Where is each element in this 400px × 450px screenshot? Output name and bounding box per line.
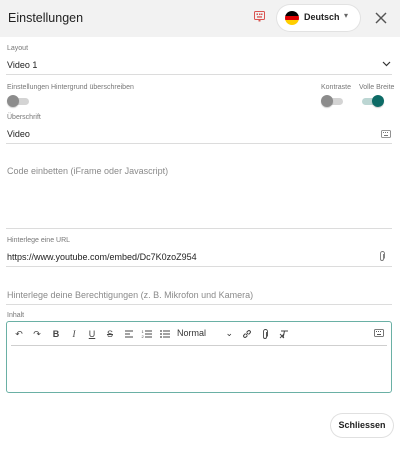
embed-code-underline: [6, 228, 392, 229]
chevron-down-icon: ⌄: [225, 328, 233, 338]
full-width-toggle[interactable]: [360, 94, 384, 108]
align-left-icon[interactable]: [123, 328, 135, 340]
text-format-select[interactable]: Normal ⌄: [177, 328, 233, 340]
override-bg-label: Einstellungen Hintergrund überschreiben: [7, 84, 134, 91]
germany-flag-icon: [285, 11, 299, 25]
keyboard-icon[interactable]: [381, 130, 391, 138]
clear-formatting-icon[interactable]: [278, 328, 290, 340]
permissions-underline: [6, 304, 392, 305]
rich-text-editor[interactable]: ↶ ↷ B I U S 1 2 Normal ⌄: [6, 321, 392, 393]
undo-icon[interactable]: ↶: [13, 328, 25, 340]
url-underline: [6, 266, 392, 267]
italic-button[interactable]: I: [68, 328, 80, 340]
layout-label: Layout: [7, 45, 29, 52]
layout-select-value[interactable]: Video 1: [7, 60, 37, 70]
bullet-list-icon[interactable]: [159, 328, 171, 340]
full-width-label: Volle Breite: [359, 84, 395, 91]
url-input[interactable]: https://www.youtube.com/embed/Dc7K0zoZ95…: [7, 252, 197, 262]
layout-underline: [6, 74, 392, 75]
translate-badge-icon[interactable]: [254, 11, 265, 22]
heading-label: Überschrift: [7, 114, 41, 121]
close-button[interactable]: Schliessen: [331, 414, 393, 437]
strikethrough-button[interactable]: S: [104, 328, 116, 340]
override-bg-toggle[interactable]: [7, 94, 31, 108]
keyboard-icon[interactable]: [374, 329, 384, 337]
dialog-title: Einstellungen: [8, 11, 84, 25]
text-format-value: Normal: [177, 328, 207, 338]
underline-button[interactable]: U: [86, 328, 98, 340]
dialog-header: Einstellungen Deutsch ▾: [0, 0, 400, 37]
heading-underline: [6, 143, 392, 144]
embed-code-textarea[interactable]: Code einbetten (iFrame oder Javascript): [7, 166, 168, 176]
content-label: Inhalt: [7, 312, 25, 319]
toolbar-divider: [11, 345, 387, 346]
contrast-toggle[interactable]: [321, 94, 345, 108]
chevron-down-icon: ▾: [344, 11, 349, 20]
ordered-list-icon[interactable]: 1 2: [141, 328, 153, 340]
contrast-label: Kontraste: [321, 84, 351, 91]
permissions-input[interactable]: Hinterlege deine Berechtigungen (z. B. M…: [7, 290, 253, 300]
url-label: Hinterlege eine URL: [7, 237, 71, 244]
language-selector[interactable]: Deutsch ▾: [277, 5, 360, 31]
bold-button[interactable]: B: [50, 328, 62, 340]
heading-input[interactable]: Video: [7, 129, 30, 139]
chevron-down-icon[interactable]: [382, 61, 391, 67]
close-icon[interactable]: [372, 9, 390, 27]
attachment-icon[interactable]: [378, 251, 386, 262]
redo-icon[interactable]: ↷: [31, 328, 43, 340]
attachment-icon[interactable]: [259, 328, 271, 340]
svg-text:2: 2: [142, 334, 145, 339]
language-label: Deutsch: [304, 12, 340, 22]
link-icon[interactable]: [241, 328, 253, 340]
